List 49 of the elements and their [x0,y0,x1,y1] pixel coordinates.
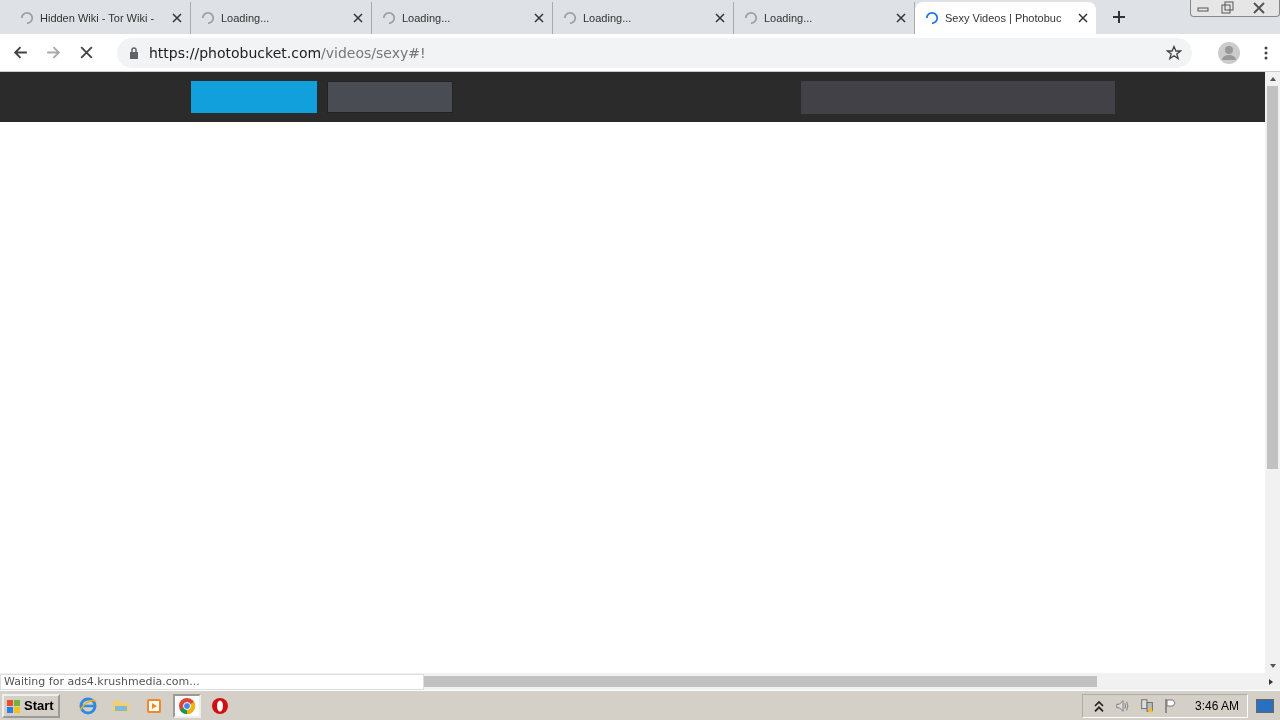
loading-spinner-icon [563,11,577,25]
close-icon[interactable] [896,13,906,23]
scroll-up-icon[interactable] [1268,76,1277,82]
loading-spinner-icon [744,11,758,25]
stop-icon[interactable] [78,44,95,61]
window-controls[interactable] [1190,0,1280,17]
tab-title: Loading... [221,12,271,24]
new-tab-icon[interactable] [1112,10,1126,24]
scrollbar-thumb[interactable] [424,676,1097,687]
browser-tab[interactable]: Sexy Videos | Photobuc [915,2,1096,34]
scroll-right-icon[interactable] [1268,677,1274,686]
loading-spinner-icon [20,11,34,25]
scroll-down-icon[interactable] [1268,663,1277,669]
network-warning-icon[interactable] [1138,697,1155,714]
back-icon[interactable] [12,44,29,61]
scrollbar-thumb[interactable] [1267,86,1278,469]
status-bubble: Waiting for ads4.krushmedia.com... [0,674,424,690]
tab-title: Loading... [764,12,814,24]
menu-icon[interactable] [1264,44,1268,61]
close-icon[interactable] [172,13,182,23]
clock[interactable]: 3:46 AM [1194,698,1239,713]
loading-spinner-icon [382,11,396,25]
url-text: https://photobucket.com/videos/sexy#! [149,44,427,61]
address-bar[interactable]: https://photobucket.com/videos/sexy#! [117,37,1192,68]
tab-title: Hidden Wiki - Tor Wiki - [40,12,156,24]
search-field[interactable] [801,80,1115,114]
close-icon[interactable] [534,13,544,23]
start-button[interactable]: Start [2,693,60,718]
star-icon[interactable] [1166,44,1182,61]
close-icon[interactable] [353,13,363,23]
opera-icon [210,696,229,715]
browser-e-icon [78,696,97,715]
close-icon[interactable] [1078,13,1088,23]
close-icon[interactable] [715,13,725,23]
taskbar-app[interactable] [172,693,201,718]
vertical-scrollbar[interactable] [1265,72,1280,673]
forward-icon[interactable] [45,44,62,61]
tab-title: Sexy Videos | Photobuc [945,12,1063,24]
profile-icon[interactable] [1218,41,1240,64]
windows-logo-icon [6,697,22,714]
show-desktop-icon[interactable] [1256,698,1274,713]
loading-spinner-icon [925,11,939,25]
loading-spinner-icon [201,11,215,25]
tab-title: Loading... [402,12,452,24]
chrome-icon [177,696,196,715]
speaker-icon[interactable] [1114,697,1131,714]
lock-icon [129,46,139,59]
media-player-icon [144,696,163,715]
tab-title: Loading... [583,12,633,24]
